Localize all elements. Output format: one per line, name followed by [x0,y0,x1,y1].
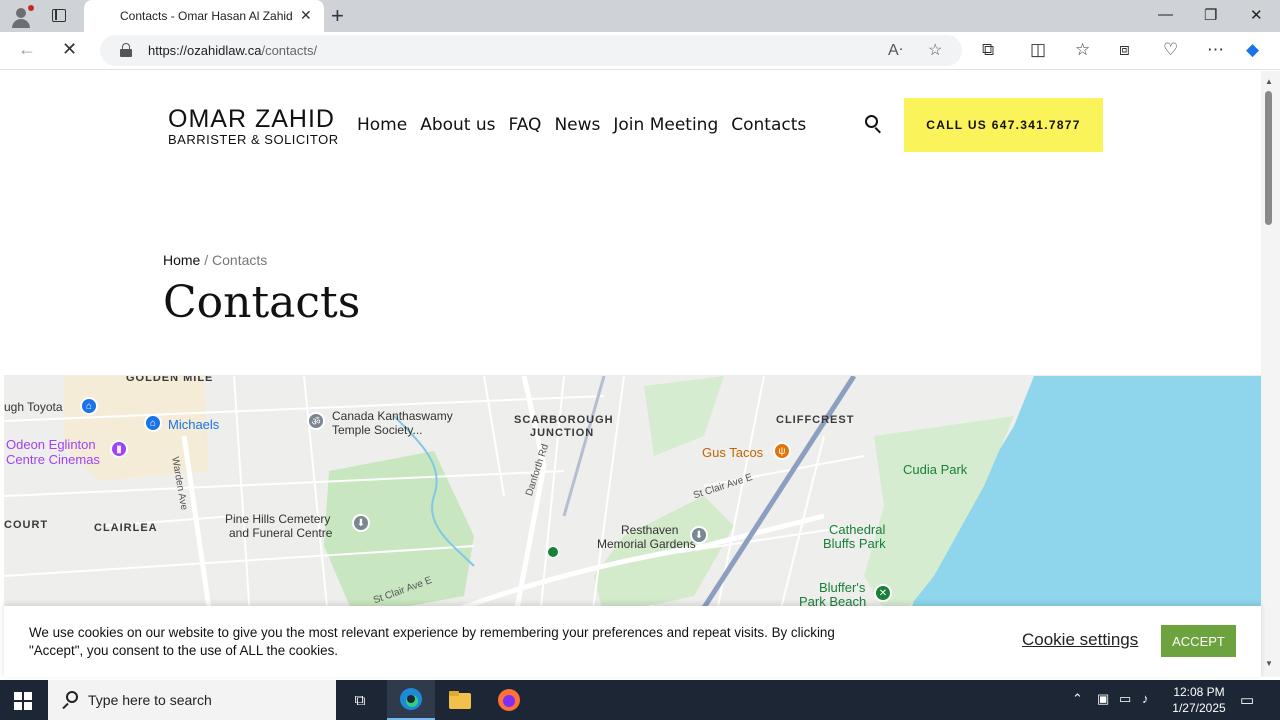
map-label-cudia-park: Cudia Park [903,462,968,477]
map-label-kanthaswamy-2: Temple Society... [332,423,423,437]
performance-icon[interactable]: ♡ [1163,40,1178,60]
map-label-resthaven-1: Resthaven [621,523,679,537]
map-pin-temple-icon[interactable]: ॐ [307,412,325,430]
volume-icon[interactable]: ♪ [1142,691,1149,706]
breadcrumb-current: Contacts [212,252,268,268]
main-navigation: Home About us FAQ News Join Meeting Cont… [357,115,819,135]
profile-icon[interactable] [10,5,34,28]
scrollbar-thumb[interactable] [1265,91,1272,225]
map-label-court: COURT [4,519,49,531]
tab-close-icon[interactable]: ✕ [300,7,312,24]
nav-news[interactable]: News [554,115,600,135]
map-label-cliffcrest: CLIFFCREST [776,414,855,426]
cookie-message: We use cookies on our website to give yo… [29,625,835,658]
favorite-star-icon[interactable]: ☆ [928,40,942,60]
taskbar-search-placeholder: Type here to search [88,692,212,708]
start-icon[interactable] [14,692,32,710]
address-toolbar: ← ✕ https://ozahidlaw.ca/contacts/ Aᐧ ☆ … [0,32,1280,70]
system-clock[interactable]: 12:08 PM 1/27/2025 [1160,684,1238,716]
site-logo[interactable]: OMAR ZAHID BARRISTER & SOLICITOR [168,105,339,147]
map-pin-beach-icon[interactable]: ✕ [874,584,892,602]
map-label-gus-tacos: Gus Tacos [702,445,764,460]
map-label-cathedral-1: Cathedral [829,522,886,537]
browser-tab-active[interactable]: Contacts - Omar Hasan Al Zahid ✕ [84,0,324,32]
favorites-icon[interactable]: ☆ [1075,40,1090,60]
new-tab-icon[interactable]: + [331,3,344,29]
minimize-icon[interactable]: — [1158,6,1173,23]
split-screen-icon[interactable]: ◫ [1030,40,1046,60]
tab-actions-icon[interactable] [50,7,70,25]
logo-name: OMAR ZAHID [168,105,335,133]
stop-loading-icon[interactable]: ✕ [62,39,77,60]
address-field[interactable]: https://ozahidlaw.ca/contacts/ Aᐧ ☆ [100,35,962,66]
map-label-scarborough-2: JUNCTION [530,427,595,439]
map-label-michaels: Michaels [168,417,220,432]
nav-about-us[interactable]: About us [420,115,495,135]
page-title: Contacts [163,277,361,328]
map-pin-toyota-icon[interactable]: ⌂ [80,397,98,415]
nav-join-meeting[interactable]: Join Meeting [613,115,718,135]
nav-faq[interactable]: FAQ [509,115,542,135]
map-pin-bus-icon[interactable] [547,546,559,558]
extensions-icon[interactable]: ⧉ [982,40,994,60]
map-label-golden-mile: GOLDEN MILE [126,376,214,384]
call-us-button[interactable]: CALL US 647.341.7877 [904,98,1103,152]
read-aloud-icon[interactable]: Aᐧ [888,40,903,60]
map-label-pinehills-1: Pine Hills Cemetery [225,512,331,526]
scroll-down-icon[interactable]: ▼ [1265,659,1273,668]
clock-time: 12:08 PM [1173,685,1225,699]
edge-taskbar-icon[interactable] [387,680,435,720]
page-scrollbar[interactable]: ▲ ▼ [1261,71,1280,677]
map-pin-resthaven-icon[interactable]: ⬇ [690,526,708,544]
back-icon[interactable]: ← [18,39,36,60]
map-pin-michaels-icon[interactable]: ⌂ [144,414,162,432]
cookie-banner: We use cookies on our website to give yo… [4,606,1261,677]
more-menu-icon[interactable]: ⋯ [1207,40,1224,60]
map-label-odeon-1: Odeon Eglinton [6,437,96,452]
web-page: OMAR ZAHID BARRISTER & SOLICITOR Home Ab… [4,71,1261,677]
clock-date: 1/27/2025 [1172,701,1226,715]
breadcrumb: Home / Contacts [163,252,267,268]
tray-app-icon[interactable]: ▣ [1097,691,1109,707]
lock-icon[interactable] [120,43,132,57]
firefox-icon[interactable] [485,680,533,720]
file-explorer-icon[interactable] [436,680,484,720]
map-label-pinehills-2: and Funeral Centre [229,526,333,540]
task-view-icon[interactable]: ⧉ [336,680,384,720]
windows-taskbar: Type here to search ⧉ ⌃ ▣ ▭ ♪ 12:08 PM 1… [0,680,1280,720]
window-close-icon[interactable]: ✕ [1250,6,1263,24]
collections-icon[interactable]: ⧈ [1119,40,1130,60]
logo-subtitle: BARRISTER & SOLICITOR [168,132,339,147]
map-label-resthaven-2: Memorial Gardens [597,537,696,551]
map-label-bluffers-1: Bluffer's [819,580,866,595]
tray-overflow-icon[interactable]: ⌃ [1072,691,1083,707]
browser-tab-bar: Contacts - Omar Hasan Al Zahid ✕ + — ❐ ✕ [0,0,1280,32]
map-label-toyota: ugh Toyota [4,400,63,414]
map-label-clairlea: CLAIRLEA [94,522,158,534]
tab-title: Contacts - Omar Hasan Al Zahid [120,9,292,23]
copilot-icon[interactable]: ◆ [1246,40,1259,60]
url-text[interactable]: https://ozahidlaw.ca/contacts/ [148,43,317,58]
map-label-cathedral-2: Bluffs Park [823,536,886,551]
breadcrumb-separator: / [204,252,209,268]
notifications-icon[interactable]: ▭ [1240,691,1254,709]
network-icon[interactable]: ▭ [1119,691,1131,707]
nav-contacts[interactable]: Contacts [731,115,806,135]
nav-home[interactable]: Home [357,115,407,135]
scroll-up-icon[interactable]: ▲ [1265,77,1273,86]
taskbar-search[interactable]: Type here to search [48,680,336,720]
search-icon [62,691,80,710]
breadcrumb-home[interactable]: Home [163,252,200,268]
map-label-kanthaswamy-1: Canada Kanthaswamy [332,409,453,423]
map-pin-cemetery-icon[interactable]: ⬇ [352,514,370,532]
search-icon[interactable] [865,115,885,135]
accept-cookies-button[interactable]: ACCEPT [1161,625,1236,657]
map-pin-restaurant-icon[interactable]: ψ [773,442,791,460]
map-label-odeon-2: Centre Cinemas [6,452,100,467]
map-label-scarborough-1: SCARBOROUGH [514,414,614,426]
cookie-settings-link[interactable]: Cookie settings [1022,630,1138,650]
restore-icon[interactable]: ❐ [1204,6,1217,24]
map-pin-cinema-icon[interactable]: ▮ [110,440,128,458]
